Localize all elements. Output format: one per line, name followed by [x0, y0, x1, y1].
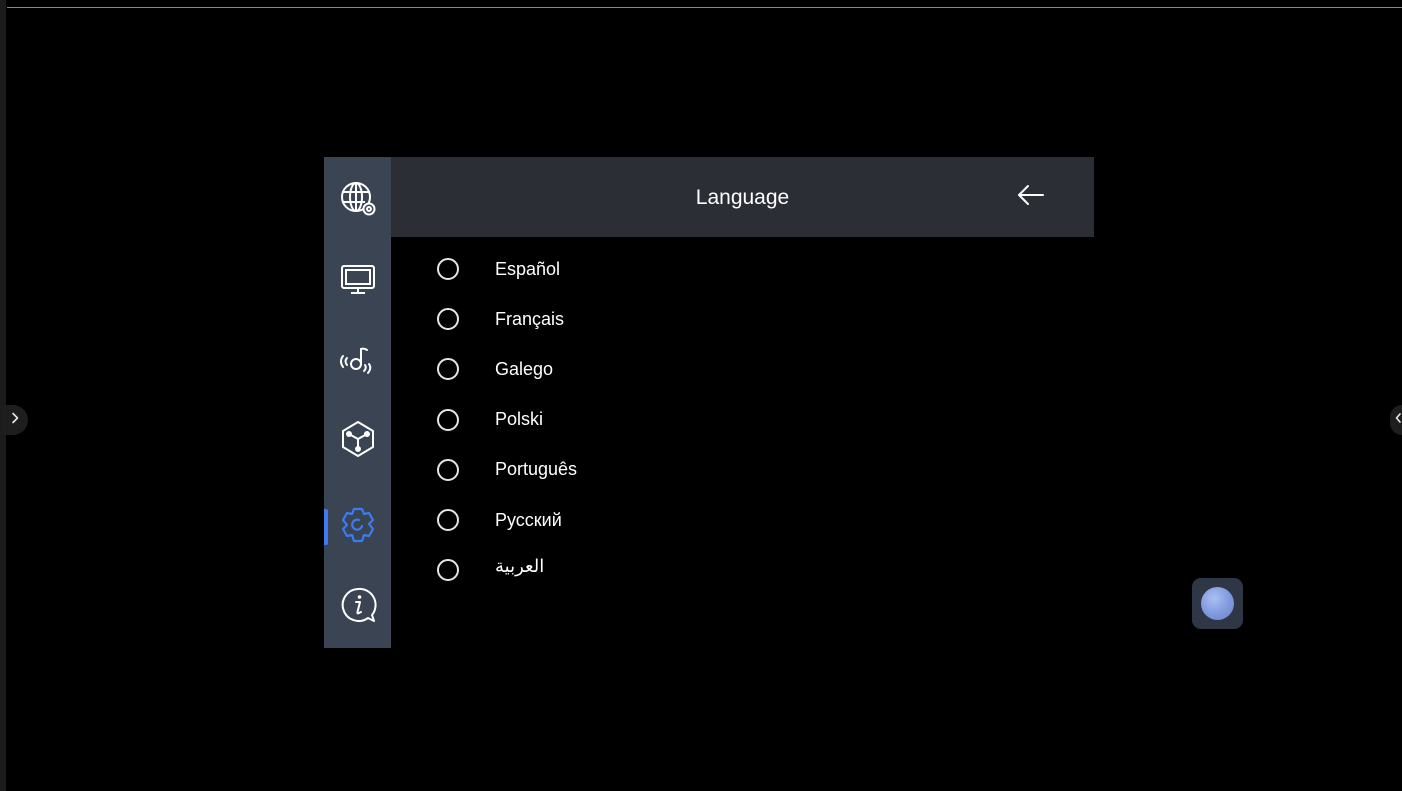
language-option-francais[interactable]: Français — [435, 294, 1035, 344]
monitor-icon — [338, 259, 378, 299]
back-button[interactable] — [1011, 179, 1051, 215]
left-edge-strip — [0, 0, 6, 791]
screen: Language Español Français Galego Polski — [0, 0, 1402, 791]
radio-button[interactable] — [437, 408, 459, 431]
page-header: Language — [391, 157, 1094, 237]
radio-button[interactable] — [437, 258, 459, 281]
left-edge-toggle[interactable] — [2, 405, 28, 435]
radio-button[interactable] — [437, 559, 459, 582]
right-edge-toggle[interactable] — [1390, 405, 1402, 435]
sidebar-item-network[interactable] — [324, 169, 391, 229]
language-label: Español — [495, 258, 561, 279]
page-title: Language — [695, 186, 790, 209]
language-label: Français — [495, 308, 565, 329]
radio-button[interactable] — [437, 458, 459, 481]
sidebar-item-system[interactable] — [324, 495, 391, 555]
language-label: العربية — [495, 555, 545, 576]
sidebar-item-about[interactable] — [324, 575, 391, 635]
arrow-left-icon — [1016, 183, 1046, 212]
sidebar-item-apps[interactable] — [324, 409, 391, 469]
language-label: Português — [495, 459, 578, 480]
language-option-arabic[interactable]: العربية — [435, 545, 1035, 595]
settings-gear-icon — [338, 505, 378, 545]
language-option-polski[interactable]: Polski — [435, 395, 1035, 445]
chevron-left-icon — [1394, 411, 1402, 429]
language-label: Galego — [495, 358, 554, 379]
info-chat-icon — [338, 585, 378, 625]
cube-icon — [338, 419, 378, 459]
language-option-espanol[interactable]: Español — [435, 244, 1035, 294]
sidebar-item-audio[interactable] — [324, 329, 391, 389]
audio-broadcast-icon — [338, 339, 378, 379]
language-option-portugues[interactable]: Português — [435, 445, 1035, 495]
radio-button[interactable] — [437, 358, 459, 381]
language-list: Español Français Galego Polski Português… — [435, 244, 1035, 595]
language-option-russian[interactable]: Русский — [435, 495, 1035, 545]
language-label: Русский — [495, 509, 562, 530]
sidebar-item-display[interactable] — [324, 249, 391, 309]
top-divider — [7, 7, 1402, 8]
language-label: Polski — [495, 409, 544, 430]
floating-ball-icon — [1201, 587, 1234, 620]
settings-sidebar — [324, 157, 391, 648]
chevron-right-icon — [10, 411, 20, 429]
floating-menu-button[interactable] — [1192, 578, 1243, 629]
language-option-galego[interactable]: Galego — [435, 344, 1035, 394]
radio-button[interactable] — [437, 308, 459, 331]
radio-button[interactable] — [437, 509, 459, 532]
globe-settings-icon — [338, 179, 378, 219]
